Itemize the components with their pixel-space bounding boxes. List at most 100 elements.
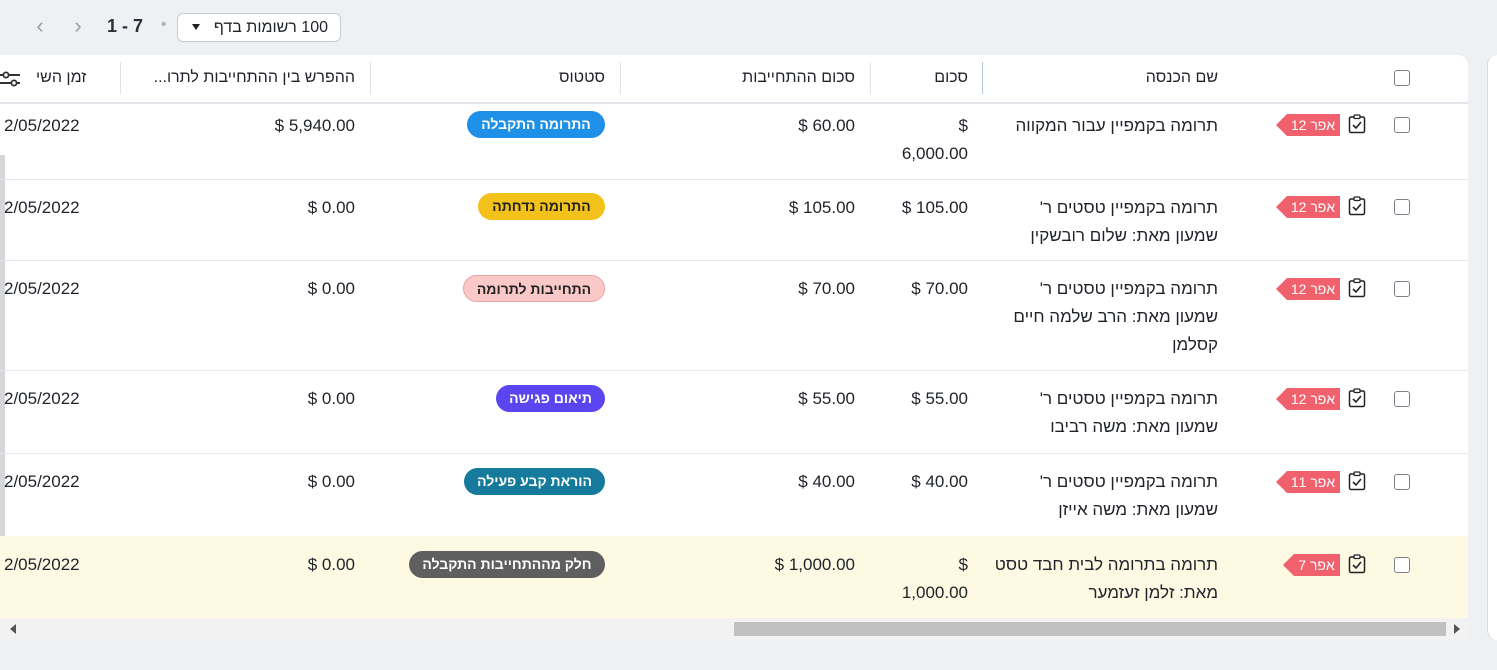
commitment-value: 70.00 $	[798, 279, 855, 298]
column-divider[interactable]	[982, 62, 983, 94]
name-line: תרומה בקמפיין עבור המקווה	[1015, 116, 1219, 135]
amount-line: 40.00 $	[911, 472, 968, 491]
difference-value: 0.00 $	[307, 198, 355, 217]
difference-value: 0.00 $	[307, 279, 355, 298]
status-badge[interactable]: תיאום פגישה	[496, 385, 605, 412]
header-amount[interactable]: סכום	[934, 69, 968, 87]
commitment-value: 55.00 $	[798, 389, 855, 408]
date-tag: אפר 12	[1276, 114, 1340, 136]
status-badge[interactable]: הוראת קבע פעילה	[464, 468, 605, 495]
date-tag: אפר 12	[1276, 388, 1340, 410]
column-divider[interactable]	[620, 62, 621, 94]
date-tag: אפר 7	[1283, 554, 1340, 576]
separator-dot: •	[161, 16, 167, 33]
amount-line: $	[958, 116, 968, 135]
name-line: קסלמן	[1172, 335, 1218, 354]
header-commitment-amount[interactable]: סכום ההתחייבות	[742, 69, 855, 87]
amount-line: $	[958, 555, 968, 574]
donations-table: זמן השי ההפרש בין ההתחייבות לתרו... סטטו…	[0, 55, 1468, 640]
task-check-icon[interactable]	[1348, 388, 1366, 408]
amount-value: 105.00 $	[858, 194, 968, 222]
status-badge[interactable]: התחייבות לתרומה	[463, 275, 605, 302]
header-time[interactable]: זמן השי	[36, 69, 86, 87]
commitment-value: 40.00 $	[798, 472, 855, 491]
amount-value: 40.00 $	[858, 468, 968, 496]
name-line: שמעון מאת: שלום רובשקין	[1030, 226, 1218, 245]
side-panel-edge	[1487, 55, 1497, 640]
amount-value: 55.00 $	[858, 385, 968, 413]
name-line: מאת: זלמן זעזמער	[1088, 583, 1218, 602]
amount-line: 1,000.00	[901, 583, 968, 602]
amount-value: 70.00 $	[858, 275, 968, 303]
status-badge[interactable]: התרומה התקבלה	[467, 111, 605, 138]
time-value: 2/05/2022	[4, 389, 80, 408]
header-status[interactable]: סטטוס	[559, 69, 605, 87]
next-page-chevron-icon[interactable]: ›	[66, 14, 90, 40]
select-all-checkbox[interactable]	[1394, 70, 1410, 86]
name-line: תרומה בתרומה לבית חבד טסט	[994, 555, 1218, 574]
amount-line: 55.00 $	[911, 389, 968, 408]
scroll-left-arrow-icon[interactable]	[10, 624, 16, 634]
per-page-select[interactable]: 100 רשומות בדף	[177, 13, 341, 42]
page-range: 1 - 7	[107, 16, 144, 36]
amount-value: $ 1,000.00	[858, 551, 968, 607]
column-divider[interactable]	[870, 62, 871, 94]
table-row[interactable]: אפר 12 תרומה בקמפיין טסטים ר' שמעון מאת:…	[0, 179, 1468, 261]
income-name: תרומה בקמפיין טסטים ר' שמעון מאת: משה אי…	[988, 468, 1218, 524]
row-checkbox[interactable]	[1394, 117, 1410, 133]
row-checkbox[interactable]	[1394, 391, 1410, 407]
column-divider[interactable]	[370, 62, 371, 94]
amount-value: $ 6,000.00	[858, 112, 968, 168]
commitment-value: 105.00 $	[788, 198, 855, 217]
row-checkbox[interactable]	[1394, 199, 1410, 215]
status-badge[interactable]: התרומה נדחתה	[478, 193, 605, 220]
scroll-right-arrow-icon[interactable]	[1454, 624, 1460, 634]
scrollbar-thumb[interactable]	[734, 622, 1446, 636]
header-income-name[interactable]: שם הכנסה	[1146, 69, 1218, 87]
column-divider[interactable]	[120, 62, 121, 94]
difference-value: 0.00 $	[307, 555, 355, 574]
table-row[interactable]: אפר 12 תרומה בקמפיין טסטים ר' שמעון מאת:…	[0, 261, 1468, 371]
difference-value: 5,940.00 $	[274, 116, 355, 135]
task-check-icon[interactable]	[1348, 114, 1366, 134]
commitment-value: 1,000.00 $	[774, 555, 855, 574]
income-name: תרומה בקמפיין טסטים ר' שמעון מאת: שלום ר…	[988, 194, 1218, 250]
column-settings-icon[interactable]	[0, 71, 22, 87]
caret-down-icon	[192, 24, 200, 30]
difference-value: 0.00 $	[307, 389, 355, 408]
task-check-icon[interactable]	[1348, 196, 1366, 216]
table-row[interactable]: אפר 12 תרומה בקמפיין עבור המקווה $ 6,000…	[0, 104, 1468, 180]
difference-value: 0.00 $	[307, 472, 355, 491]
date-tag: אפר 12	[1276, 196, 1340, 218]
date-tag: אפר 11	[1276, 471, 1340, 493]
name-line: תרומה בקמפיין טסטים ר'	[1039, 198, 1218, 217]
table-row[interactable]: אפר 11 תרומה בקמפיין טסטים ר' שמעון מאת:…	[0, 454, 1468, 537]
table-header: זמן השי ההפרש בין ההתחייבות לתרו... סטטו…	[0, 55, 1468, 104]
row-checkbox[interactable]	[1394, 281, 1410, 297]
time-value: 2/05/2022	[4, 279, 80, 298]
task-check-icon[interactable]	[1348, 554, 1366, 574]
table-row[interactable]: אפר 12 תרומה בקמפיין טסטים ר' שמעון מאת:…	[0, 371, 1468, 454]
header-difference[interactable]: ההפרש בין ההתחייבות לתרו...	[154, 69, 355, 87]
row-checkbox[interactable]	[1394, 557, 1410, 573]
name-line: שמעון מאת: הרב שלמה חיים	[1013, 307, 1218, 326]
row-checkbox[interactable]	[1394, 474, 1410, 490]
commitment-value: 60.00 $	[798, 116, 855, 135]
status-badge[interactable]: חלק מההתחייבות התקבלה	[409, 551, 605, 578]
income-name: תרומה בקמפיין עבור המקווה	[988, 112, 1219, 140]
income-name: תרומה בקמפיין טסטים ר' שמעון מאת: משה רב…	[988, 385, 1218, 441]
pagination-bar: ‹ › 1 - 7 • 100 רשומות בדף	[0, 0, 1497, 55]
table-row[interactable]: אפר 7 תרומה בתרומה לבית חבד טסט מאת: זלמ…	[0, 536, 1468, 619]
amount-line: 70.00 $	[911, 279, 968, 298]
name-line: שמעון מאת: משה רביבו	[1050, 417, 1218, 436]
horizontal-scrollbar[interactable]	[0, 618, 1468, 640]
prev-page-chevron-icon[interactable]: ‹	[28, 14, 52, 40]
time-value: 2/05/2022	[4, 555, 80, 574]
time-value: 2/05/2022	[4, 472, 80, 491]
name-line: תרומה בקמפיין טסטים ר'	[1039, 472, 1218, 491]
task-check-icon[interactable]	[1348, 278, 1366, 298]
income-name: תרומה בקמפיין טסטים ר' שמעון מאת: הרב של…	[988, 275, 1218, 359]
task-check-icon[interactable]	[1348, 471, 1366, 491]
name-line: תרומה בקמפיין טסטים ר'	[1039, 389, 1218, 408]
date-tag: אפר 12	[1276, 278, 1340, 300]
